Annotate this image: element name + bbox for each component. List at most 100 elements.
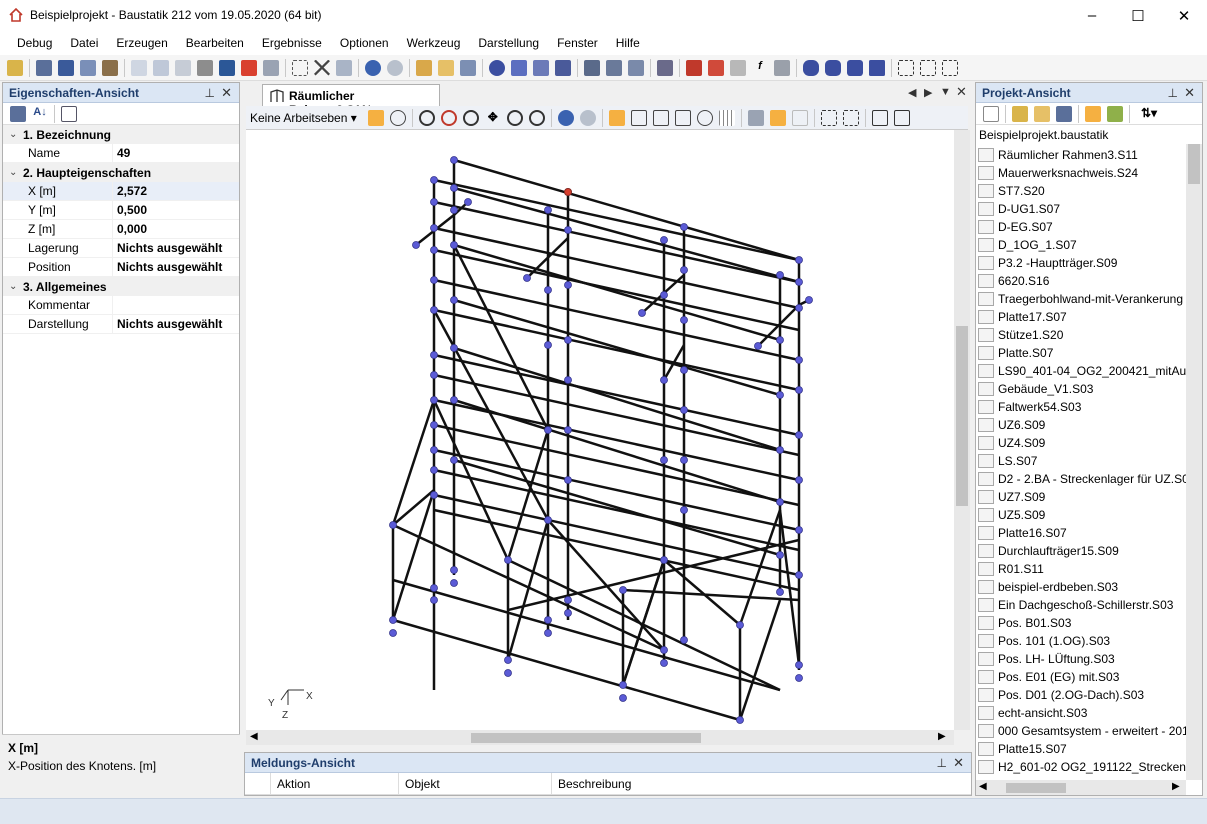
scroll-left-icon[interactable]: ◀ <box>979 781 987 792</box>
temperature-load-icon[interactable] <box>730 59 746 76</box>
import-icon[interactable] <box>460 59 476 76</box>
back-icon[interactable] <box>557 109 574 126</box>
project-item[interactable]: Pos. E01 (EG) mit.S03 <box>978 668 1186 686</box>
properties-icon[interactable] <box>416 59 432 76</box>
chevron-down-icon[interactable]: ⌄ <box>9 129 23 140</box>
project-item[interactable]: Platte17.S07 <box>978 308 1186 326</box>
project-item[interactable]: Platte.S07 <box>978 344 1186 362</box>
project-vertical-scrollbar[interactable] <box>1186 144 1202 780</box>
load-case-icon[interactable] <box>606 59 622 76</box>
tab-nav-right-icon[interactable]: ▶ <box>924 86 932 99</box>
view-front-icon[interactable] <box>630 109 647 126</box>
zoom-prev-icon[interactable] <box>528 109 545 126</box>
export-image-icon[interactable] <box>871 109 888 126</box>
scroll-right-icon[interactable]: ▶ <box>938 731 946 742</box>
new-project-icon[interactable] <box>7 59 23 76</box>
project-item[interactable]: echt-ansicht.S03 <box>978 704 1186 722</box>
node-load-icon[interactable] <box>511 59 527 76</box>
pin-icon[interactable]: ⊥ <box>205 86 215 100</box>
project-item[interactable]: Durchlaufträger15.S09 <box>978 542 1186 560</box>
scroll-thumb[interactable] <box>1006 783 1066 793</box>
project-horizontal-scrollbar[interactable]: ◀ ▶ <box>976 780 1186 795</box>
sort-icon[interactable]: ⇅▾ <box>1136 106 1162 122</box>
show-loads-icon[interactable] <box>791 109 808 126</box>
property-row-kommentar[interactable]: Kommentar <box>3 296 239 315</box>
refresh-icon[interactable] <box>1107 105 1123 122</box>
project-item[interactable]: Stütze1.S20 <box>978 326 1186 344</box>
menu-erzeugen[interactable]: Erzeugen <box>107 36 176 50</box>
project-item[interactable]: D-EG.S07 <box>978 218 1186 236</box>
project-item[interactable]: LS.S07 <box>978 452 1186 470</box>
select-pointer-icon[interactable] <box>367 109 384 126</box>
zoom-window-icon[interactable] <box>418 109 435 126</box>
zoom-out-icon[interactable] <box>462 109 479 126</box>
print-preview-icon[interactable] <box>175 59 191 76</box>
word-export-icon[interactable] <box>219 59 235 76</box>
project-item[interactable]: Pos. B01.S03 <box>978 614 1186 632</box>
open-icon[interactable] <box>36 59 52 76</box>
menu-debug[interactable]: Debug <box>8 36 61 50</box>
forward-icon[interactable] <box>579 109 596 126</box>
export-icon[interactable] <box>263 59 279 76</box>
property-row-lagerung[interactable]: Lagerung Nichts ausgewählt <box>3 239 239 258</box>
cut-icon[interactable] <box>314 59 330 76</box>
column-beschreibung[interactable]: Beschreibung <box>552 773 852 794</box>
menu-werkzeug[interactable]: Werkzeug <box>398 36 470 50</box>
load-group-icon[interactable] <box>628 59 644 76</box>
property-row-y[interactable]: Y [m] 0,500 <box>3 201 239 220</box>
project-item[interactable]: UZ7.S09 <box>978 488 1186 506</box>
support-icon[interactable] <box>533 59 549 76</box>
node-pair-icon[interactable] <box>825 59 841 76</box>
viewport-vertical-scrollbar[interactable] <box>954 130 970 730</box>
copy-image-icon[interactable] <box>893 109 910 126</box>
document-tab[interactable]: Räumlicher Rahmen3.S11* <box>262 84 440 117</box>
close-panel-icon[interactable]: ✕ <box>1184 85 1195 101</box>
close-button[interactable]: ✕ <box>1161 0 1207 31</box>
chevron-down-icon[interactable]: ⌄ <box>9 167 23 178</box>
project-item[interactable]: H2_601-02 OG2_191122_Streckenlag <box>978 758 1186 776</box>
load-icon[interactable] <box>584 59 600 76</box>
categorized-icon[interactable] <box>10 105 26 122</box>
print-icon[interactable] <box>197 59 213 76</box>
frame-structure-drawing[interactable]: X Y Z <box>246 130 954 730</box>
property-row-name[interactable]: Name 49 <box>3 144 239 163</box>
project-item[interactable]: Ein Dachgeschoß-Schillerstr.S03 <box>978 596 1186 614</box>
project-item[interactable]: D-UG1.S07 <box>978 200 1186 218</box>
column-objekt[interactable]: Objekt <box>399 773 552 794</box>
select-all-icon[interactable] <box>842 109 859 126</box>
project-item[interactable]: UZ4.S09 <box>978 434 1186 452</box>
menu-darstellung[interactable]: Darstellung <box>469 36 548 50</box>
pdf-export-icon[interactable] <box>241 59 257 76</box>
project-item[interactable]: P3.2 -Hauptträger.S09 <box>978 254 1186 272</box>
member-icon[interactable] <box>555 59 571 76</box>
node-group-icon[interactable] <box>847 59 863 76</box>
area-load-icon[interactable] <box>708 59 724 76</box>
project-item[interactable]: beispiel-erdbeben.S03 <box>978 578 1186 596</box>
scroll-left-icon[interactable]: ◀ <box>250 731 258 742</box>
member-load-icon[interactable] <box>657 59 673 76</box>
project-item[interactable]: Platte16.S07 <box>978 524 1186 542</box>
category-haupteigenschaften[interactable]: ⌄ 2. Haupteigenschaften <box>3 163 239 182</box>
zoom-in-icon[interactable] <box>440 109 457 126</box>
lasso-icon[interactable] <box>292 59 308 76</box>
structure-viewport[interactable]: X Y Z <box>246 130 954 730</box>
scroll-thumb[interactable] <box>471 733 701 743</box>
add-item-icon[interactable] <box>1012 105 1028 122</box>
tab-nav-left-icon[interactable]: ◀ <box>908 86 916 99</box>
select-window-icon[interactable] <box>820 109 837 126</box>
pin-icon[interactable]: ⊥ <box>937 756 947 770</box>
property-pages-icon[interactable] <box>61 105 77 122</box>
chevron-down-icon[interactable]: ⌄ <box>9 281 23 292</box>
select-rect-icon[interactable] <box>898 59 914 76</box>
view-3d-icon[interactable] <box>608 109 625 126</box>
page-icon[interactable] <box>131 59 147 76</box>
copy-item-icon[interactable] <box>1085 105 1101 122</box>
project-item[interactable]: Gebäude_V1.S03 <box>978 380 1186 398</box>
project-item[interactable]: D2 - 2.BA - Streckenlager für UZ.S03 <box>978 470 1186 488</box>
selected-node[interactable] <box>564 188 572 196</box>
project-item[interactable]: LS90_401-04_OG2_200421_mitAufl.S <box>978 362 1186 380</box>
menu-hilfe[interactable]: Hilfe <box>607 36 649 50</box>
view-top-icon[interactable] <box>674 109 691 126</box>
close-panel-icon[interactable]: ✕ <box>953 755 964 771</box>
open-folder-icon[interactable] <box>1056 105 1072 122</box>
